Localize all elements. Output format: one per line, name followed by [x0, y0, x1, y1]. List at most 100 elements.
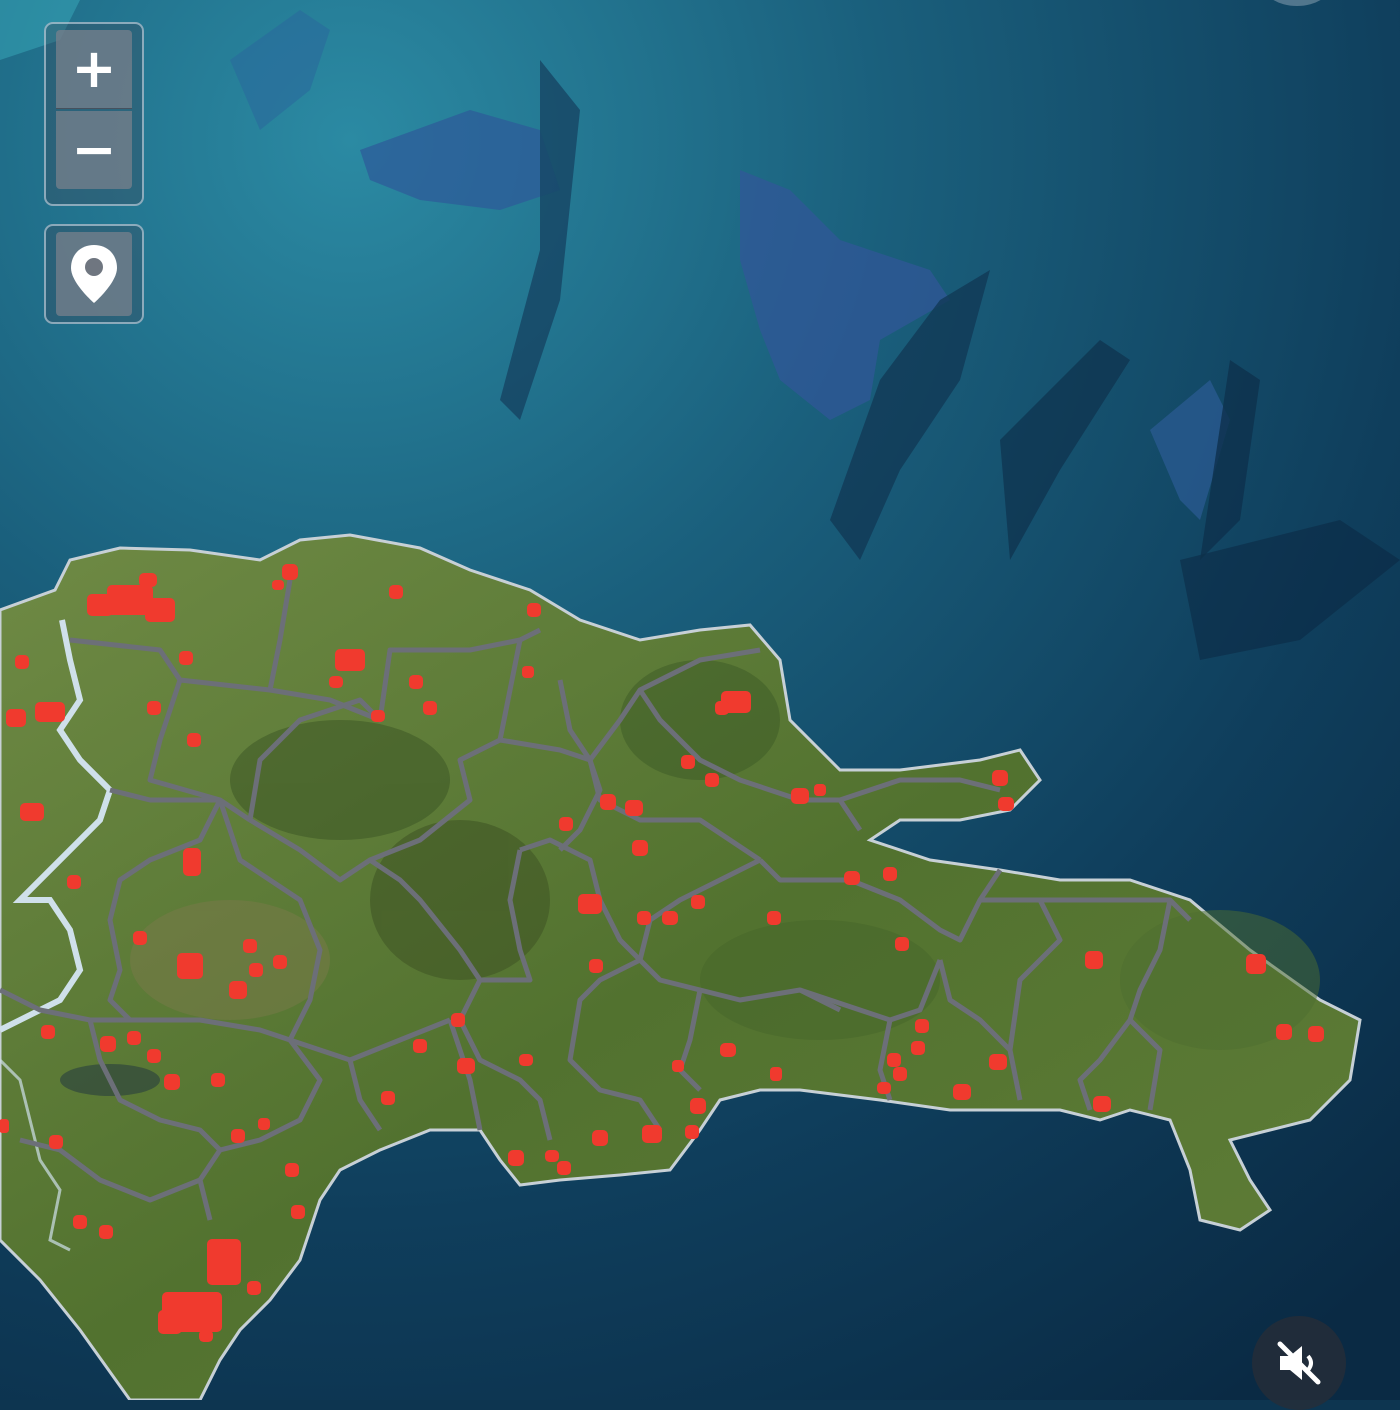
fire-hotspot-marker — [99, 1225, 113, 1239]
fire-hotspot-marker — [637, 911, 651, 925]
fire-hotspot-marker — [207, 1239, 241, 1285]
map-canvas[interactable] — [0, 0, 1400, 1400]
fire-hotspot-marker — [423, 701, 437, 715]
fire-hotspot-marker — [413, 1039, 427, 1053]
fire-hotspot-marker — [791, 788, 809, 804]
fire-hotspot-marker — [457, 1058, 475, 1074]
fire-hotspot-marker — [139, 573, 157, 587]
fire-hotspot-marker — [545, 1150, 559, 1162]
fire-hotspot-marker — [389, 585, 403, 599]
fire-hotspot-marker — [273, 955, 287, 969]
fire-hotspot-marker — [632, 840, 648, 856]
fire-hotspot-marker — [508, 1150, 524, 1166]
fire-hotspot-marker — [527, 603, 541, 617]
fire-hotspot-marker — [600, 794, 616, 810]
fire-hotspot-marker — [522, 666, 534, 678]
fire-hotspot-marker — [243, 939, 257, 953]
fire-hotspot-marker — [381, 1091, 395, 1105]
fire-hotspot-marker — [145, 598, 175, 622]
fire-hotspot-marker — [589, 959, 603, 973]
fire-hotspot-marker — [409, 675, 423, 689]
fire-hotspot-marker — [229, 981, 247, 999]
fire-hotspot-marker — [272, 580, 284, 590]
fire-hotspot-marker — [1085, 951, 1103, 969]
fire-hotspot-marker — [100, 1036, 116, 1052]
fire-hotspot-marker — [814, 784, 826, 796]
fire-hotspot-marker — [992, 770, 1008, 786]
fire-hotspot-marker — [1308, 1026, 1324, 1042]
fire-hotspot-marker — [893, 1067, 907, 1081]
fire-hotspot-marker — [451, 1013, 465, 1027]
fire-hotspot-marker — [231, 1129, 245, 1143]
fire-hotspot-marker — [770, 1067, 782, 1081]
fire-hotspot-marker — [164, 1074, 180, 1090]
zoom-in-button[interactable]: + — [56, 30, 132, 109]
fire-hotspot-marker — [291, 1205, 305, 1219]
fire-hotspot-marker — [1093, 1096, 1111, 1112]
fire-hotspot-marker — [147, 701, 161, 715]
fire-hotspot-marker — [559, 817, 573, 831]
fire-hotspot-marker — [998, 797, 1014, 811]
fire-hotspot-marker — [844, 871, 860, 885]
fire-hotspot-marker — [662, 911, 678, 925]
fire-hotspot-marker — [681, 755, 695, 769]
fire-hotspot-marker — [133, 931, 147, 945]
locate-button[interactable] — [56, 232, 132, 316]
fire-hotspot-marker — [915, 1019, 929, 1033]
fire-hotspot-marker — [887, 1053, 901, 1067]
map-pin-icon — [71, 245, 117, 303]
fire-hotspot-marker — [953, 1084, 971, 1100]
fire-hotspot-marker — [877, 1082, 891, 1094]
fire-hotspot-marker — [895, 937, 909, 951]
fire-hotspot-marker — [247, 1281, 261, 1295]
fire-hotspot-marker — [329, 676, 343, 688]
fire-hotspot-marker — [592, 1130, 608, 1146]
fire-hotspot-marker — [0, 1119, 9, 1133]
fire-hotspot-marker — [371, 710, 385, 722]
locate-control-group — [44, 224, 144, 324]
fire-hotspot-marker — [73, 1215, 87, 1229]
fire-hotspot-marker — [989, 1054, 1007, 1070]
fire-hotspot-marker — [335, 649, 365, 671]
fire-hotspot-marker — [685, 1125, 699, 1139]
fire-hotspot-marker — [15, 655, 29, 669]
mute-button[interactable] — [1252, 1316, 1346, 1410]
fire-hotspot-marker — [715, 701, 729, 715]
fire-hotspot-marker — [285, 1163, 299, 1177]
fire-hotspot-marker — [1246, 954, 1266, 974]
fire-hotspot-marker — [41, 1025, 55, 1039]
fire-hotspot-marker — [20, 803, 44, 821]
fire-hotspot-marker — [642, 1125, 662, 1143]
fire-hotspot-marker — [211, 1073, 225, 1087]
fire-hotspot-marker — [158, 1310, 182, 1334]
fire-hotspot-marker — [179, 651, 193, 665]
speaker-muted-icon — [1277, 1341, 1321, 1385]
fire-hotspot-marker — [187, 733, 201, 747]
fire-hotspot-marker — [49, 1135, 63, 1149]
fire-hotspot-marker — [183, 848, 201, 876]
fire-hotspot-marker — [127, 1031, 141, 1045]
zoom-out-button[interactable]: − — [56, 111, 132, 189]
fire-hotspot-marker — [690, 1098, 706, 1114]
zoom-control-group: + − — [44, 22, 144, 206]
fire-hotspot-marker — [249, 963, 263, 977]
fire-hotspot-marker — [672, 1060, 684, 1072]
fire-hotspot-marker — [199, 1330, 213, 1342]
fire-hotspot-marker — [578, 894, 602, 914]
fire-hotspot-marker — [691, 895, 705, 909]
fire-hotspot-marker — [282, 564, 298, 580]
fire-hotspot-marker — [67, 875, 81, 889]
fire-hotspot-marker — [87, 594, 113, 616]
fire-hotspot-marker — [625, 800, 643, 816]
fire-hotspot-marker — [767, 911, 781, 925]
fire-hotspot-marker — [177, 953, 203, 979]
fire-hotspot-marker — [258, 1118, 270, 1130]
fire-hotspot-marker — [1276, 1024, 1292, 1040]
fire-hotspot-marker — [720, 1043, 736, 1057]
fire-hotspot-marker — [519, 1054, 533, 1066]
fire-hotspot-marker — [557, 1161, 571, 1175]
fire-hotspot-marker — [911, 1041, 925, 1055]
fire-hotspot-marker — [6, 709, 26, 727]
fire-hotspot-marker — [705, 773, 719, 787]
fire-hotspot-marker — [147, 1049, 161, 1063]
